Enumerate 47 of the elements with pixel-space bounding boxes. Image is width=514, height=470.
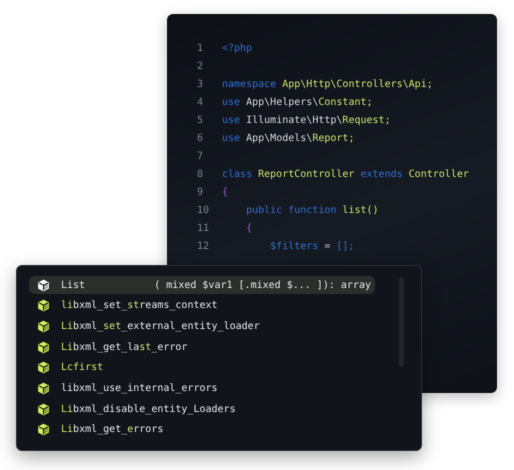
suggestion-name: Libxml_set_external_entity_loader — [61, 320, 260, 332]
code-line: { — [222, 186, 228, 198]
cube-icon — [37, 299, 50, 312]
line-number: 6 — [197, 132, 204, 144]
line-number: 1 — [197, 42, 204, 54]
code-line: use App\Helpers\Constant; — [222, 96, 373, 108]
suggestion-item[interactable]: Libxml_disable_entity_Loaders — [29, 400, 375, 418]
suggestion-name: List — [61, 280, 86, 290]
code-line: $filters = []; — [269, 240, 354, 252]
line-number: 2 — [197, 60, 204, 72]
line-number: 7 — [197, 150, 204, 162]
line-number: 4 — [197, 96, 204, 108]
suggestion-item[interactable]: libxml_set_st reams_context — [29, 296, 375, 315]
code-line: use App\Models\Report; — [222, 132, 354, 144]
cube-icon — [37, 382, 50, 395]
code-line: public function list() — [245, 204, 379, 216]
line-number: 5 — [197, 114, 204, 126]
suggestion-item[interactable]: Lcfirst — [29, 358, 375, 377]
line-number: 8 — [197, 168, 204, 180]
cube-icon — [37, 402, 50, 416]
suggestion-signature: ( mixed $var1 [.mixed $... ]): array — [154, 280, 371, 290]
line-number: 9 — [197, 186, 204, 198]
suggestion-name: Lcfirst — [61, 362, 104, 374]
code-line: use Illuminate\Http\Request; — [222, 114, 391, 126]
cube-icon — [37, 361, 50, 374]
code-line: class ReportController extends Controller — [222, 168, 469, 180]
cube-icon — [37, 340, 50, 354]
suggestion-item[interactable]: Libxml_get_errors — [29, 420, 375, 439]
line-number: 3 — [197, 78, 204, 90]
suggestion-item[interactable]: Libxml_set_external_entity_loader — [29, 317, 375, 336]
suggestion-name: libxml_set_st reams_context — [61, 300, 218, 312]
line-number: 12 — [197, 240, 210, 252]
cube-icon — [37, 278, 50, 292]
line-number: 10 — [197, 204, 210, 216]
suggestion-name: Libxml_disable_entity_Loaders — [61, 404, 236, 415]
code-line: namespace App\Http\Controllers\Api; — [222, 78, 433, 90]
cube-icon — [37, 320, 50, 333]
code-line: <?php — [222, 42, 252, 54]
suggestion-name: Libxml_get_errors — [61, 424, 164, 436]
suggestion-item[interactable]: Libxml_get_last_error — [29, 338, 375, 356]
cube-icon — [37, 423, 50, 436]
suggestion-item[interactable]: libxml_use_internal_errors — [29, 379, 375, 398]
suggestion-name: Libxml_get_last_error — [61, 342, 188, 353]
line-number: 11 — [197, 222, 210, 234]
suggestion-item[interactable]: List ( mixed $var1 [.mixed $... ]): array — [29, 276, 375, 294]
code-line: { — [245, 222, 252, 234]
suggestion-name: libxml_use_internal_errors — [61, 382, 218, 394]
